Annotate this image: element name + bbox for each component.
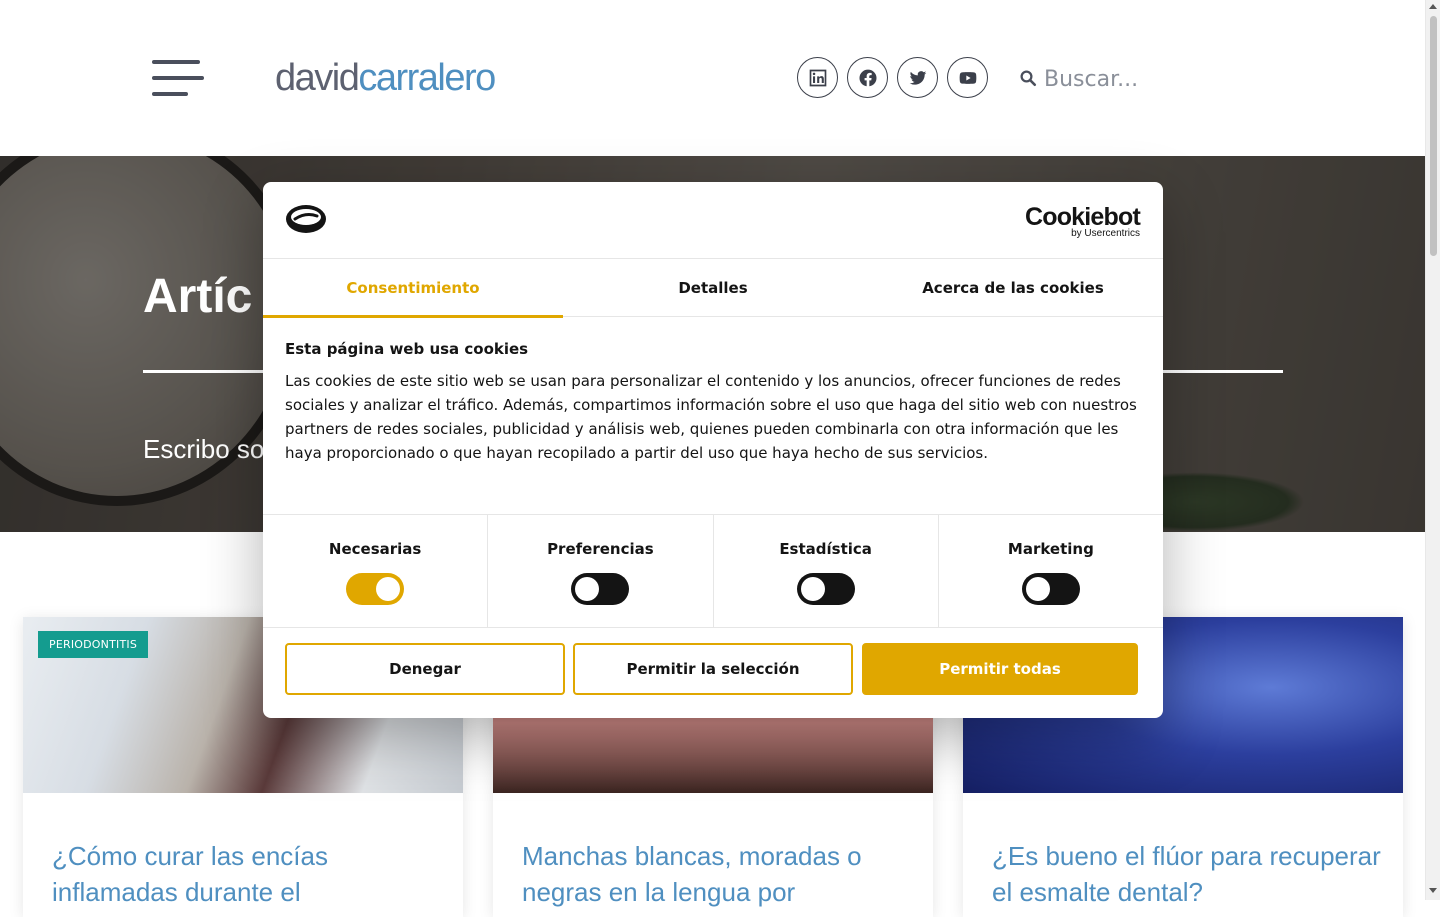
page-scrollbar[interactable] xyxy=(1425,0,1440,900)
toggle-necesarias: Necesarias xyxy=(263,515,489,627)
cookie-category-toggles: Necesarias Preferencias Estadística Mark… xyxy=(263,514,1163,628)
hero-title: Artíc xyxy=(143,270,253,323)
toggle-label: Marketing xyxy=(1007,540,1094,558)
marketing-switch[interactable] xyxy=(1021,573,1080,605)
consent-description: Las cookies de este sitio web se usan pa… xyxy=(285,372,1137,462)
article-title[interactable]: Manchas blancas, moradas o negras en la … xyxy=(522,838,912,910)
facebook-icon[interactable] xyxy=(847,57,888,98)
logo-part-david: david xyxy=(275,57,360,99)
toggle-preferencias: Preferencias xyxy=(488,515,714,627)
hero-subtitle: Escribo so xyxy=(143,434,265,464)
tab-consentimiento[interactable]: Consentimiento xyxy=(263,259,563,318)
youtube-icon[interactable] xyxy=(947,57,988,98)
cookiebot-brand-icon xyxy=(286,205,326,233)
preferencias-switch[interactable] xyxy=(571,573,630,605)
tab-detalles[interactable]: Detalles xyxy=(563,259,863,317)
scroll-up-arrow-icon[interactable] xyxy=(1429,4,1437,9)
scroll-down-arrow-icon[interactable] xyxy=(1429,888,1437,893)
logo-part-carralero: carralero xyxy=(358,57,496,99)
site-header: davidcarralero xyxy=(0,0,1425,156)
article-title[interactable]: ¿Es bueno el flúor para recuperar el esm… xyxy=(992,838,1382,910)
toggle-label: Preferencias xyxy=(547,540,654,558)
estadistica-switch[interactable] xyxy=(796,573,855,605)
toggle-marketing: Marketing xyxy=(939,515,1163,627)
allow-all-button[interactable]: Permitir todas xyxy=(862,643,1138,695)
twitter-icon[interactable] xyxy=(897,57,938,98)
site-logo[interactable]: davidcarralero xyxy=(275,56,496,100)
cookiebot-wordmark: Cookiebot xyxy=(1024,203,1141,231)
consent-tabs: Consentimiento Detalles Acerca de las co… xyxy=(263,259,1163,318)
hamburger-menu-icon[interactable] xyxy=(150,58,204,100)
search-input[interactable] xyxy=(1044,60,1224,98)
necesarias-switch[interactable] xyxy=(346,573,405,605)
cookie-consent-dialog: Cookiebot by Usercentrics Consentimiento… xyxy=(263,182,1163,718)
scrollbar-thumb[interactable] xyxy=(1430,16,1437,256)
toggle-label: Estadística xyxy=(779,540,872,558)
toggle-estadistica: Estadística xyxy=(714,515,939,627)
cookiebot-logo[interactable]: Cookiebot by Usercentrics xyxy=(1024,203,1141,239)
article-title[interactable]: ¿Cómo curar las encías inflamadas durant… xyxy=(52,838,442,910)
toggle-label: Necesarias xyxy=(328,540,422,558)
consent-body: Esta página web usa cookies Las cookies … xyxy=(285,340,1143,465)
deny-button[interactable]: Denegar xyxy=(285,643,565,695)
allow-selection-button[interactable]: Permitir la selección xyxy=(573,643,853,695)
category-badge[interactable]: Periodontitis xyxy=(38,631,148,658)
dialog-header: Cookiebot by Usercentrics xyxy=(263,182,1163,259)
consent-heading: Esta página web usa cookies xyxy=(285,340,529,358)
linkedin-icon[interactable] xyxy=(797,57,838,98)
tab-acerca-de-las-cookies[interactable]: Acerca de las cookies xyxy=(863,259,1163,317)
search-icon xyxy=(1020,70,1037,87)
consent-actions: Denegar Permitir la selección Permitir t… xyxy=(285,643,1141,695)
